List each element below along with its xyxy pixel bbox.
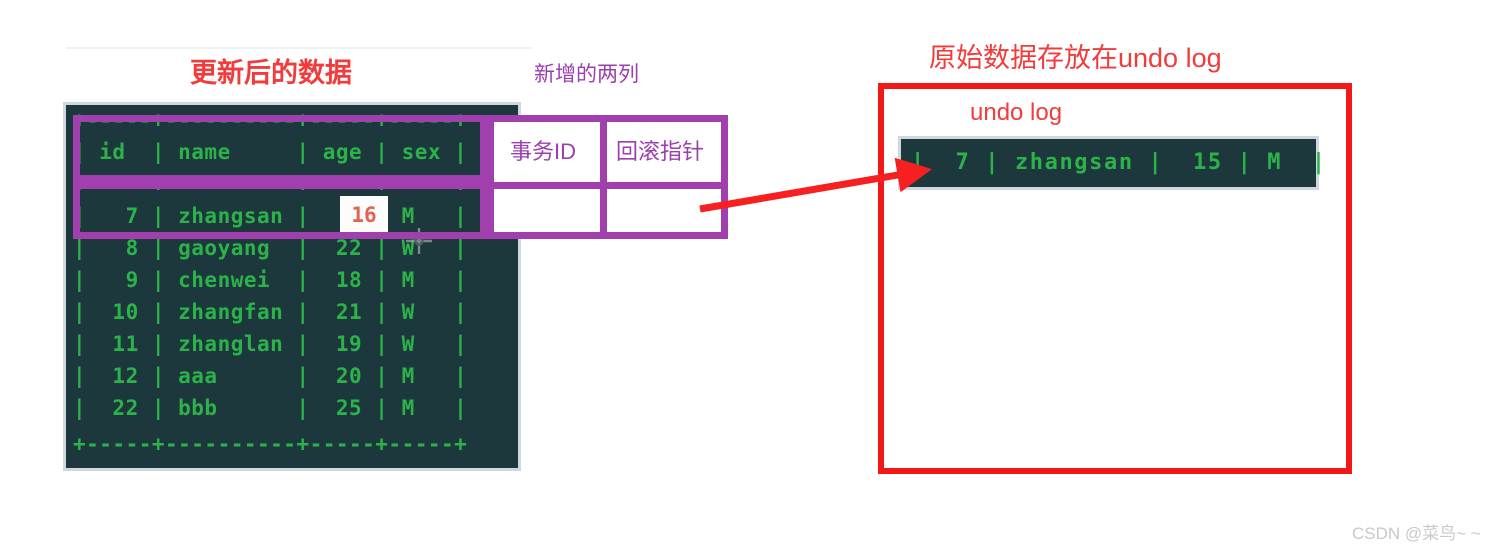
section-divider-rule [66,47,532,49]
new-columns-horizontal-divider [494,182,721,189]
table-row: | 11 | zhanglan | 19 | W | [73,332,468,356]
table-row: | 9 | chenwei | 18 | M | [73,268,468,292]
table-row: | 12 | aaa | 20 | M | [73,364,468,388]
caption-undo-log-title: 原始数据存放在undo log [929,43,1222,73]
undo-log-row: | 7 | zhangsan | 15 | M | [911,150,1327,175]
table-row: | 10 | zhangfan | 21 | W | [73,300,468,324]
rollback-pointer-header: 回滚指针 [616,139,705,164]
new-columns-vertical-divider [600,122,607,232]
undo-log-record-terminal: | 7 | zhangsan | 15 | M | [901,139,1325,187]
transaction-id-header: 事务ID [510,139,577,164]
label-undo-log: undo log [970,99,1063,126]
watermark: CSDN @菜鸟~ ~ [1352,524,1481,543]
diagram-canvas: 更新后的数据 新增的两列 +-----+----------+-----+---… [0,0,1503,549]
caption-new-two-columns: 新增的两列 [534,63,639,86]
new-columns-grid: 事务ID 回滚指针 [487,115,728,239]
caption-updated-data: 更新后的数据 [190,58,352,88]
highlight-box-data-row [73,182,487,239]
table-row: | 22 | bbb | 25 | M | [73,396,468,420]
table-bottom-rule: +-----+----------+-----+-----+ [73,432,468,456]
highlight-box-header-row [73,115,487,182]
